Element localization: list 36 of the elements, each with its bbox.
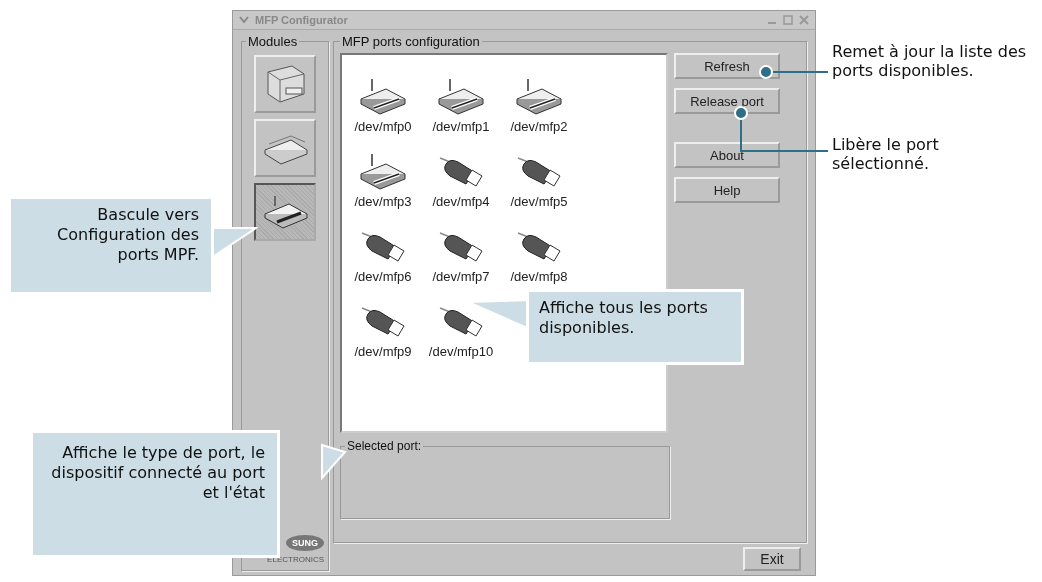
port-item[interactable]: /dev/mfp4 <box>422 134 500 209</box>
action-button[interactable]: Help <box>674 177 780 203</box>
callout-text: Affiche tous les ports disponibles. <box>526 289 744 365</box>
action-button[interactable]: About <box>674 142 780 168</box>
window-menu-icon[interactable] <box>239 14 249 26</box>
window-title: MFP Configurator <box>255 14 349 26</box>
module-button[interactable] <box>254 183 316 241</box>
action-button[interactable]: Refresh <box>674 53 780 79</box>
annotation-text: Remet à jour la liste des ports disponibles. <box>832 42 1028 80</box>
port-item[interactable]: /dev/mfp3 <box>344 134 422 209</box>
close-icon[interactable] <box>799 15 809 25</box>
callout-text: Affiche le type de port, le dispositif connecté au port et l'état <box>30 430 280 558</box>
port-item[interactable]: /dev/mfp5 <box>500 134 578 209</box>
parallel-port-icon <box>358 152 408 192</box>
group-label: Selected port: <box>346 439 423 453</box>
port-item[interactable]: /dev/mfp0 <box>344 59 422 134</box>
port-item[interactable]: /dev/mfp10 <box>422 284 500 359</box>
exit-button[interactable]: Exit <box>743 547 801 571</box>
parallel-port-icon <box>358 77 408 117</box>
logo-text: SUNG <box>286 535 324 551</box>
callout-pointer <box>321 443 347 480</box>
port-item[interactable]: /dev/mfp6 <box>344 209 422 284</box>
annotation-text: Libère le port sélectionné. <box>832 135 940 173</box>
callout-text: Bascule vers Configuration des ports MPF. <box>8 196 214 295</box>
logo-text: ELECTRONICS <box>267 555 324 564</box>
parallel-port-icon <box>436 77 486 117</box>
port-item[interactable]: /dev/mfp8 <box>500 209 578 284</box>
parallel-port-icon <box>514 77 564 117</box>
port-item[interactable]: /dev/mfp2 <box>500 59 578 134</box>
maximize-icon[interactable] <box>783 15 793 25</box>
panel-label: Modules <box>247 34 299 49</box>
port-item[interactable]: /dev/mfp9 <box>344 284 422 359</box>
port-item[interactable]: /dev/mfp1 <box>422 59 500 134</box>
panel-label: MFP ports configuration <box>341 34 481 49</box>
leader-line <box>759 65 829 79</box>
port-item[interactable]: /dev/mfp7 <box>422 209 500 284</box>
